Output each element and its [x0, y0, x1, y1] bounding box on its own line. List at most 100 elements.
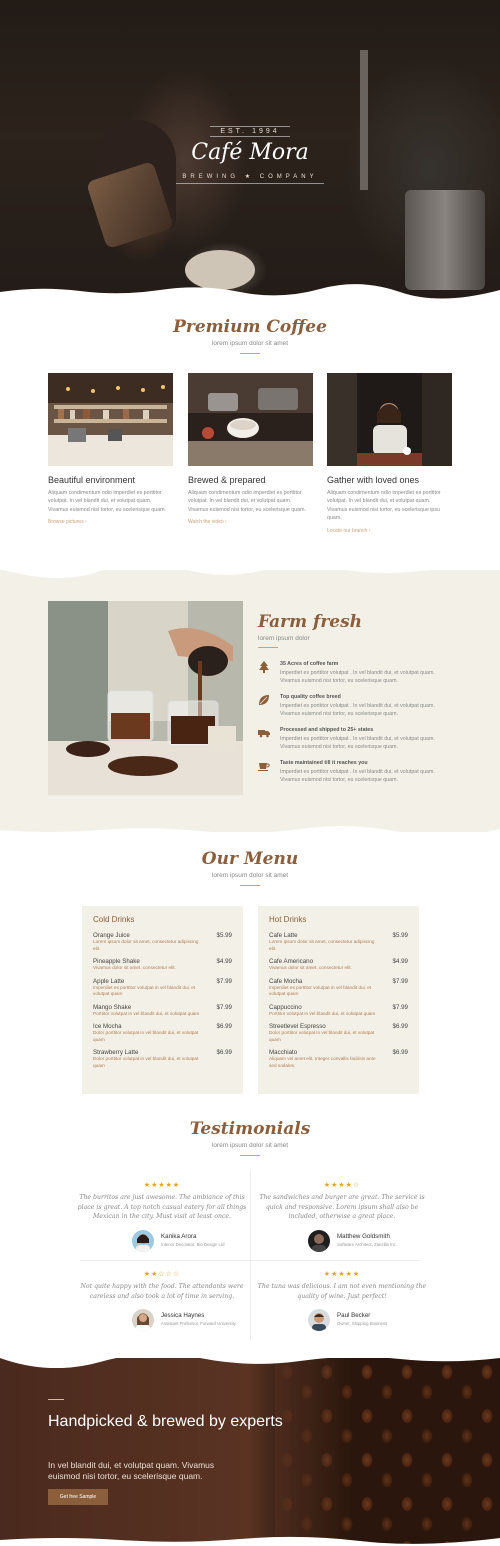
author-role: Software Architect, Zanzilla Inc. — [337, 1241, 397, 1247]
testimonial-author: Matthew Goldsmith Software Architect, Za… — [252, 1229, 432, 1254]
menu-item-desc: Dolor porttitor volutpat in vel blandit … — [93, 1030, 199, 1042]
menu-item-desc: Porttitor volutpat in vel blandit dui, e… — [93, 1010, 200, 1016]
feature-text: Aliquam condimentum odio imperdiet es po… — [188, 490, 306, 513]
feature-card-environment: Beautiful environment Aliquam condimentu… — [48, 373, 173, 525]
menu-item-name: Cafe Mocha — [269, 977, 303, 985]
avatar — [308, 1309, 330, 1332]
farm-title: Farm fresh — [258, 612, 363, 632]
premium-title: Premium Coffee — [173, 317, 327, 337]
menu-item-price: $6.99 — [392, 1049, 408, 1056]
rating-stars: ★★☆☆☆ — [143, 1271, 181, 1278]
get-free-sample-button[interactable]: Get free Sample — [48, 1489, 108, 1505]
menu-item[interactable]: Strawberry Latte $6.99 Dolor porttitor vol… — [93, 1049, 232, 1069]
menu-item[interactable]: Streetlevel Espresso $6.99 Dolor porttitor… — [269, 1023, 408, 1043]
brand-logo[interactable]: EST. 1994 Café Mora BREWING ★ COMPANY — [0, 120, 500, 184]
menu-item[interactable]: Pineapple Shake $4.99 Vivamus dolor sit am… — [93, 958, 232, 972]
hero-wave-divider — [0, 284, 500, 308]
menu-item-price: $7.99 — [392, 1003, 408, 1011]
espresso-machine-image — [188, 373, 313, 466]
menu-item-price: $6.99 — [216, 1049, 232, 1056]
farm-item-text: Imperdiet es porttitor volutpat . In vel… — [280, 736, 435, 751]
logo-brand-name: Café Mora — [191, 140, 309, 165]
menu-item-price: $6.99 — [216, 1023, 232, 1030]
farm-item-shipping: Processed and shipped to 25+ states Impe… — [258, 727, 448, 752]
testimonial-quote: The burritos are just awesome. The ambia… — [77, 1194, 247, 1221]
farm-item-title: Processed and shipped to 25+ states — [280, 727, 374, 733]
testimonials-title: Testimonials — [189, 1119, 311, 1139]
farm-item-title: Taste maintained till it reaches you — [280, 760, 368, 766]
testimonials-subtitle: lorem ipsum dolor sit amet — [211, 1142, 289, 1149]
menu-item[interactable]: Cafe Mocha $7.99 Imperdiet es porttitor vo… — [269, 978, 408, 998]
menu-item[interactable]: Mango Shake $7.99 Porttitor volutpat in ve… — [93, 1004, 232, 1018]
menu-item[interactable]: Orange Juice $5.99 Lorem ipsum dolor sit a… — [93, 932, 232, 952]
testimonial-quote: Not quite happy with the food. The atten… — [80, 1283, 244, 1300]
testimonials-divider — [240, 1155, 260, 1156]
testimonial-quote: The tuna was delicious. I am not even me… — [257, 1283, 427, 1300]
feature-link-pictures[interactable]: Browse pictures › — [48, 519, 173, 525]
feature-link-branch[interactable]: Locate our branch › — [327, 528, 452, 534]
testimonial-card: ★★★★★ The tuna was delicious. I am not e… — [252, 1270, 432, 1333]
feature-title: Gather with loved ones — [327, 475, 420, 485]
feature-title: Brewed & prepared — [188, 475, 266, 485]
menu-item[interactable]: Apple Latte $7.99 Imperdiet es porttitor v… — [93, 978, 232, 998]
menu-item-desc: Dolor porttitor volutpat in vel blandit … — [93, 1056, 199, 1068]
menu-item-name: Apple Latte — [93, 977, 125, 985]
feature-card-brewed: Brewed & prepared Aliquam condimentum od… — [188, 373, 313, 525]
author-role: Owner, Shipping Business — [337, 1321, 388, 1327]
menu-item[interactable]: Ice Mocha $6.99 Dolor porttitor volutpat i… — [93, 1023, 232, 1043]
menu-heading: Cold Drinks — [93, 915, 135, 924]
cta-text: In vel blandit dui, et volutpat quam. Vi… — [48, 1460, 215, 1481]
cta-section — [0, 1358, 500, 1546]
cafe-interior-image — [48, 373, 173, 466]
farm-item-title: 35 Acres of coffee farm — [280, 661, 339, 667]
feature-title: Beautiful environment — [48, 475, 136, 485]
testimonial-card: ★★☆☆☆ Not quite happy with the food. The… — [72, 1270, 252, 1333]
tree-icon — [258, 661, 270, 673]
rating-stars: ★★★★★ — [143, 1182, 181, 1189]
coffee-beans-image — [275, 1358, 500, 1546]
menu-item-desc: Imperdiet es porttitor volutpat in vel b… — [269, 984, 372, 997]
menu-item-price: $7.99 — [216, 1003, 232, 1011]
testimonial-card: ★★★★★ The burritos are just awesome. The… — [72, 1181, 252, 1254]
rating-stars: ★★★★☆ — [323, 1182, 361, 1189]
menu-item-desc: Vivamus dolor sit amet, consectetur elit… — [269, 965, 352, 970]
menu-item-price: $7.99 — [216, 977, 232, 985]
author-name: Kanika Arora — [161, 1232, 197, 1240]
feature-link-video[interactable]: Watch the video › — [188, 519, 313, 525]
logo-est: EST. 1994 — [210, 126, 290, 137]
menu-item[interactable]: Cappuccino $7.99 Porttitor volutpat in vel… — [269, 1004, 408, 1018]
menu-item-desc: Aliquam vel amet elit. Integer convallis… — [269, 1056, 376, 1068]
menu-item[interactable]: Macchiato $6.99 Aliquam vel amet elit. Int… — [269, 1049, 408, 1069]
cup-icon — [258, 760, 270, 772]
menu-item[interactable]: Cafe Latte $5.99 Lorem ipsum dolor sit ame… — [269, 932, 408, 952]
farm-subtitle: lorem ipsum dolor — [258, 635, 310, 642]
testimonial-author: Paul Becker Owner, Shipping Business — [252, 1309, 432, 1333]
author-role: Interior Decorator, Bio Design Ltd — [161, 1241, 225, 1247]
premium-divider — [240, 353, 260, 354]
testimonial-author: Jessica Haynes Assistant Professor, Forw… — [72, 1309, 252, 1333]
coffee-pour-image — [48, 601, 243, 795]
menu-cold-drinks: Cold Drinks Orange Juice $5.99 Lorem ipsum… — [82, 906, 243, 1094]
menu-divider — [240, 885, 260, 886]
feature-text: Aliquam condimentum odio imperdiet es po… — [48, 490, 166, 513]
testimonial-author: Kanika Arora Interior Decorator, Bio Des… — [72, 1229, 252, 1254]
menu-item-name: Cappuccino — [269, 1003, 302, 1011]
menu-item-price: $7.99 — [392, 977, 408, 985]
farm-item-title: Top quality coffee breed — [280, 694, 341, 700]
cta-bottom-wave — [0, 1536, 500, 1546]
rating-stars: ★★★★★ — [323, 1271, 361, 1278]
menu-item[interactable]: Cafe Americano $4.99 Vivamus dolor sit ame… — [269, 958, 408, 972]
premium-subtitle: lorem ipsum dolor sit amet — [211, 340, 289, 347]
author-name: Paul Becker — [337, 1312, 371, 1320]
menu-item-desc: Porttitor volutpat in vel blandit dui, e… — [269, 1010, 376, 1016]
menu-item-price: $4.99 — [392, 958, 408, 965]
author-name: Matthew Goldsmith — [337, 1232, 390, 1240]
menu-item-name: Strawberry Latte — [93, 1049, 139, 1056]
menu-item-price: $4.99 — [216, 958, 232, 965]
menu-subtitle: lorem ipsum dolor sit amet — [211, 872, 289, 879]
menu-item-desc: Lorem ipsum dolor sit amet, consectetur … — [269, 939, 375, 951]
menu-item-desc: Imperdiet es porttitor volutpat in vel b… — [93, 984, 196, 997]
author-name: Jessica Haynes — [161, 1312, 205, 1320]
menu-item-price: $5.99 — [392, 932, 408, 939]
feature-text: Aliquam condimentum odio imperdiet es po… — [327, 490, 441, 522]
